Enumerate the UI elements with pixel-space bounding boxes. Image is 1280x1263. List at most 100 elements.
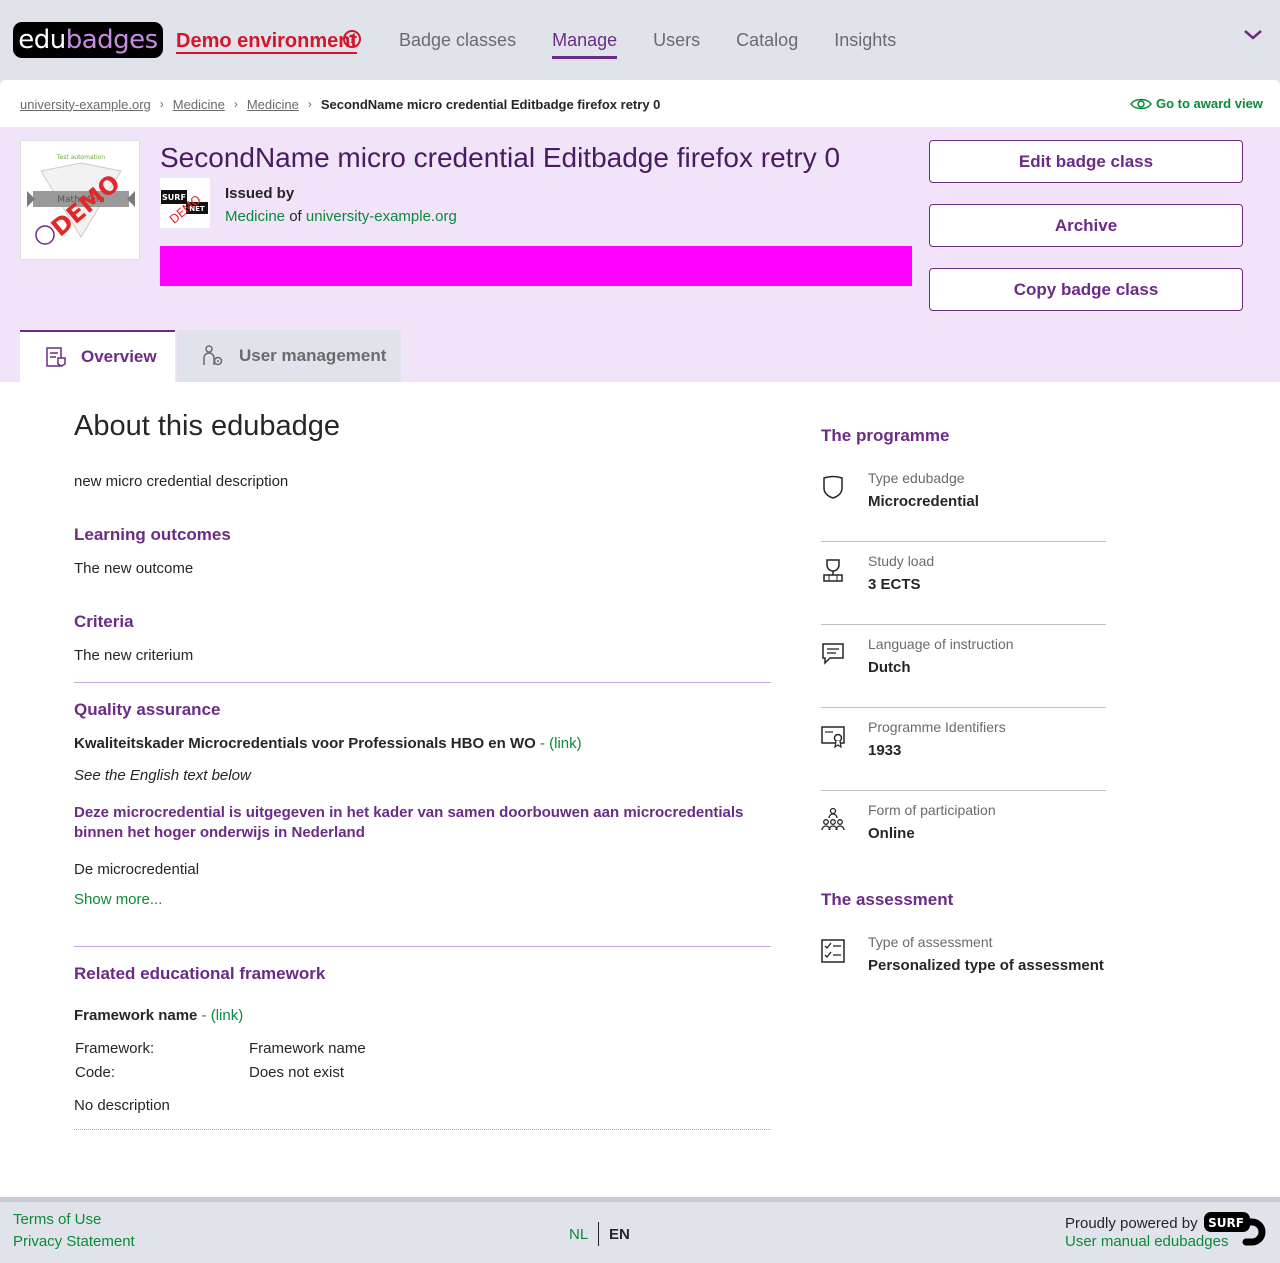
powered-by-text: Proudly powered by [1065,1215,1198,1232]
terms-of-use-link[interactable]: Terms of Use [13,1211,101,1228]
programme-label: Language of instruction [868,636,1014,652]
user-manual-link[interactable]: User manual edubadges [1065,1233,1228,1250]
badge-title: SecondName micro credential Editbadge fi… [160,142,841,173]
learning-outcomes-text: The new outcome [74,560,194,577]
demo-environment-link[interactable]: Demo environment [176,30,358,54]
qa-link[interactable]: - (link) [536,735,582,752]
programme-value: Online [868,825,915,842]
archive-button[interactable]: Archive [929,204,1243,247]
about-title: About this edubadge [74,410,341,442]
nav-insights[interactable]: Insights [834,29,896,59]
programme-value: Dutch [868,659,911,676]
section-divider [74,682,771,683]
code-value: Does not exist [249,1063,345,1081]
certificate-icon [821,726,845,749]
people-icon [821,807,845,831]
tab-user-management[interactable]: User management [177,330,401,382]
logo-edu-text: edu [18,25,66,55]
qa-framework-name: Kwaliteitskader Microcredentials voor Pr… [74,735,582,752]
breadcrumb-institution[interactable]: university-example.org [20,97,151,112]
programme-item-language: Language of instruction Dutch [821,625,1106,708]
breadcrumb-current: SecondName micro credential Editbadge fi… [320,96,661,112]
shield-icon [823,475,843,499]
nav-manage[interactable]: Manage [552,29,618,59]
show-more-link[interactable]: Show more... [74,891,162,908]
qa-body: De microcredential [74,861,200,878]
award-view-link[interactable]: Go to award view [1130,96,1263,111]
breadcrumb-faculty[interactable]: Medicine [173,97,225,112]
nav-catalog[interactable]: Catalog [736,29,798,59]
issuer-institution-link[interactable]: university-example.org [306,208,457,225]
language-en[interactable]: EN [609,1226,630,1243]
programme-value: Microcredential [868,493,979,510]
language-divider [598,1222,599,1246]
framework-label: Framework: [75,1039,155,1057]
framework-heading: Framework name - (link) [74,1007,243,1024]
assessment-label: Type of assessment [868,934,993,950]
programme-label: Study load [868,553,935,569]
badge-artwork: Test automation Math Mem DEMO [27,154,135,245]
chat-icon [822,643,844,665]
framework-description: No description [74,1097,170,1114]
programme-item-participation: Form of participation Online [821,791,1106,874]
programme-title: The programme [821,426,950,445]
tab-users-label: User management [239,346,387,365]
chevron-right-icon: › [233,97,238,111]
copy-badge-class-button[interactable]: Copy badge class [929,268,1243,311]
eye-icon [1130,98,1152,109]
assessment-item: Type of assessment Personalized type of … [821,923,1106,1006]
issuer-of-text: of [289,208,302,225]
criteria-title: Criteria [74,612,134,631]
qa-name-text: Kwaliteitskader Microcredentials voor Pr… [74,735,536,752]
trophy-icon [823,559,843,582]
programme-label: Programme Identifiers [868,719,1006,735]
user-management-icon [203,345,223,366]
programme-item-type: Type edubadge Microcredential [821,459,1106,542]
language-nl[interactable]: NL [569,1226,588,1243]
nav-users[interactable]: Users [653,29,700,59]
footer: Terms of Use Privacy Statement NL EN Pro… [0,1197,1280,1263]
framework-link[interactable]: - (link) [197,1007,244,1024]
qa-english-note: See the English text below [74,767,251,784]
breadcrumb: university-example.org › Medicine › Medi… [20,96,660,112]
help-icon[interactable]: ? [343,30,361,48]
framework-name-text: Framework name [74,1007,198,1024]
surf-logo-text: SURF [1208,1216,1244,1230]
programme-item-identifiers: Programme Identifiers 1933 [821,708,1106,791]
chevron-down-icon[interactable] [1243,28,1263,42]
qa-paragraph: Deze microcredential is uitgegeven in he… [74,804,744,841]
framework-row: Framework: Framework name [75,1036,366,1060]
programme-label: Type edubadge [868,470,965,486]
section-divider [74,946,771,947]
badge-image-caption: Test automation [56,154,105,161]
main-nav: Badge classes Manage Users Catalog Insig… [399,29,932,59]
code-row: Code: Does not exist [75,1060,366,1084]
issuer-faculty-link[interactable]: Medicine [225,208,285,225]
code-label: Code: [75,1063,116,1081]
edubadges-logo[interactable]: edubadges [13,22,163,58]
assessment-title: The assessment [821,890,954,909]
programme-value: 3 ECTS [868,576,921,593]
programme-label: Form of participation [868,802,996,818]
badge-image: Test automation Math Mem DEMO [20,140,140,260]
issuer-logo-top: SURF [162,193,186,202]
highlight-bar [160,246,912,286]
programme-item-study-load: Study load 3 ECTS [821,542,1106,625]
top-header: edubadges Demo environment ? Badge class… [0,0,1280,80]
assessment-value: Personalized type of assessment [868,957,1104,974]
privacy-statement-link[interactable]: Privacy Statement [13,1233,135,1250]
quality-assurance-title: Quality assurance [74,700,221,719]
issuer-logo: SURF NET DEMO [160,178,210,228]
framework-title: Related educational framework [74,964,326,983]
badge-hero: Test automation Math Mem DEMO SecondName… [0,127,1280,382]
award-view-label: Go to award view [1156,96,1263,111]
issued-by-label: Issued by [225,185,295,202]
badge-description: new micro credential description [74,473,289,490]
breadcrumb-issuer[interactable]: Medicine [247,97,299,112]
tab-overview[interactable]: Overview [20,330,175,382]
issuer-line: Medicine of university-example.org [225,208,457,225]
learning-outcomes-title: Learning outcomes [74,525,231,544]
framework-value: Framework name [249,1039,366,1057]
edit-badge-class-button[interactable]: Edit badge class [929,140,1243,183]
nav-badge-classes[interactable]: Badge classes [399,29,516,59]
